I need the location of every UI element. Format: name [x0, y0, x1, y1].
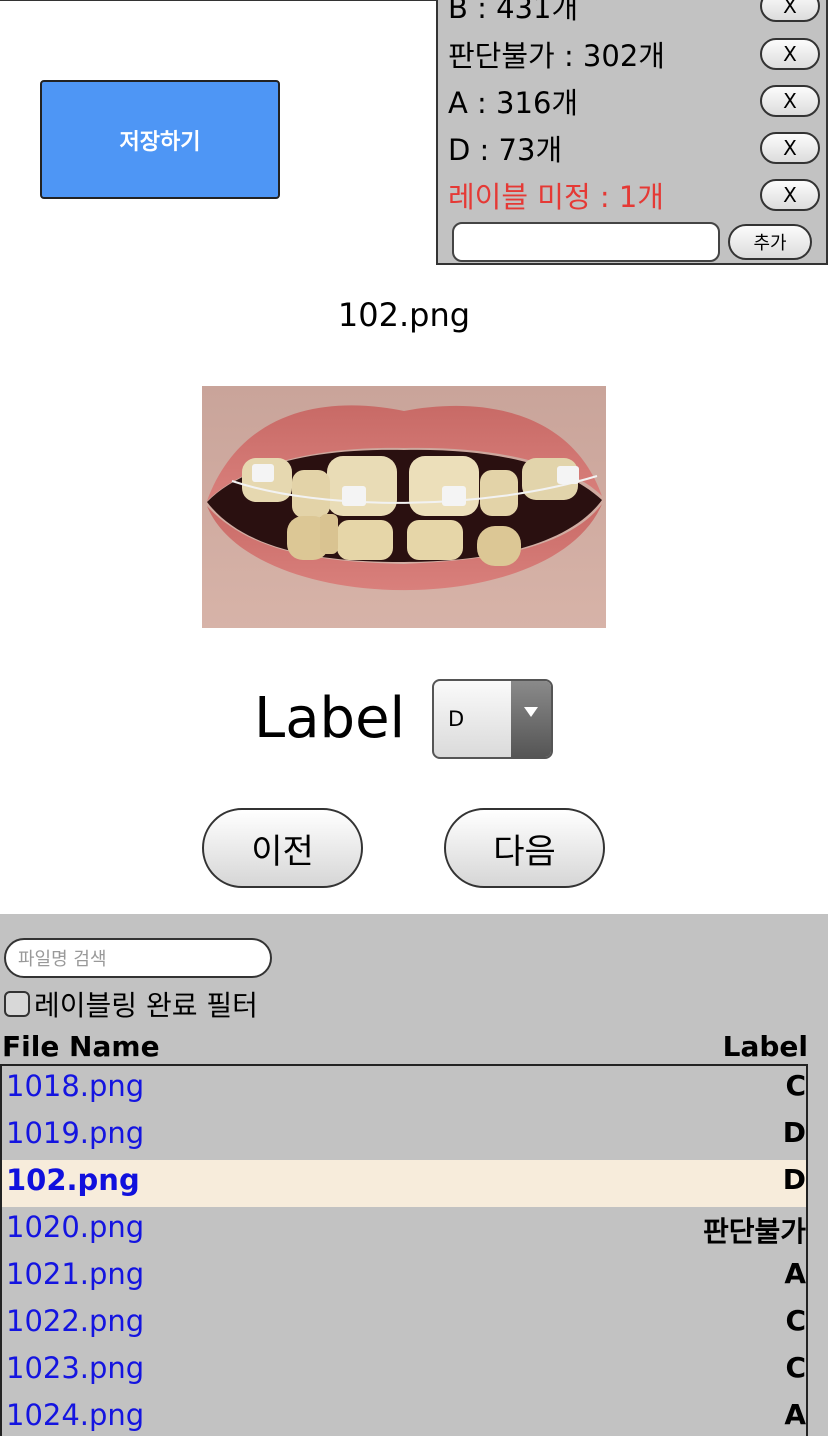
label-category-text: D : 73개: [448, 133, 563, 167]
file-name-link[interactable]: 1023.png: [6, 1351, 144, 1385]
label-select[interactable]: D: [432, 679, 553, 759]
label-category-text: 판단불가 : 302개: [448, 39, 665, 73]
add-label-button[interactable]: 추가: [728, 224, 812, 260]
file-table: 1018.png C 1019.png D 102.png D 1020.png…: [0, 1064, 808, 1436]
label-category-text: A : 316개: [448, 86, 579, 120]
label-category-panel: B : 431개 X 판단불가 : 302개 X A : 316개 X D : …: [436, 0, 828, 265]
previous-button[interactable]: 이전: [202, 808, 363, 888]
unlabeled-count-text: 레이블 미정 : 1개: [448, 180, 664, 214]
dropdown-toggle[interactable]: [511, 681, 551, 757]
label-category-row: 레이블 미정 : 1개 X: [448, 177, 820, 217]
remove-label-button[interactable]: X: [760, 0, 820, 22]
file-name-link[interactable]: 1020.png: [6, 1210, 144, 1244]
file-label-value: D: [782, 1116, 806, 1149]
file-label-value: D: [782, 1163, 806, 1196]
file-name-link[interactable]: 1021.png: [6, 1257, 144, 1291]
label-category-row: A : 316개 X: [448, 83, 820, 123]
table-row-selected[interactable]: 102.png D: [2, 1160, 806, 1207]
remove-label-button[interactable]: X: [760, 179, 820, 211]
remove-label-button[interactable]: X: [760, 85, 820, 117]
table-row[interactable]: 1021.png A: [2, 1254, 806, 1301]
file-label-value: A: [784, 1257, 806, 1290]
label-select-value: D: [448, 707, 465, 731]
remove-label-button[interactable]: X: [760, 132, 820, 164]
remove-label-button[interactable]: X: [760, 38, 820, 70]
file-name-link[interactable]: 1024.png: [6, 1398, 144, 1432]
table-row[interactable]: 1023.png C: [2, 1348, 806, 1395]
triangle-down-icon: [524, 707, 538, 717]
column-header-label: Label: [722, 1030, 808, 1063]
file-name-link[interactable]: 1019.png: [6, 1116, 144, 1150]
file-name-link[interactable]: 102.png: [6, 1163, 140, 1197]
label-caption: Label: [254, 686, 406, 751]
label-category-row: B : 431개 X: [448, 0, 820, 28]
completed-filter-label: 레이블링 완료 필터: [34, 989, 258, 1022]
filename-search-input[interactable]: 파일명 검색: [4, 938, 272, 978]
file-label-value: C: [785, 1304, 806, 1337]
file-label-value: C: [785, 1351, 806, 1384]
completed-filter-checkbox[interactable]: [4, 991, 30, 1017]
file-label-value: 판단불가: [702, 1215, 806, 1248]
table-row[interactable]: 1024.png A: [2, 1395, 806, 1436]
table-row[interactable]: 1022.png C: [2, 1301, 806, 1348]
label-category-text: B : 431개: [448, 0, 579, 25]
column-header-file-name: File Name: [2, 1030, 160, 1063]
file-name-link[interactable]: 1018.png: [6, 1069, 144, 1103]
file-label-value: C: [785, 1069, 806, 1102]
top-divider: [0, 0, 436, 1]
label-category-row: D : 73개 X: [448, 130, 820, 170]
file-name-link[interactable]: 1022.png: [6, 1304, 144, 1338]
dental-photo: [202, 386, 606, 628]
file-label-value: A: [784, 1398, 806, 1431]
completed-filter[interactable]: 레이블링 완료 필터: [4, 986, 258, 1022]
new-label-input[interactable]: [452, 222, 720, 262]
table-row[interactable]: 1020.png 판단불가: [2, 1207, 806, 1254]
teeth-image-icon: [202, 386, 606, 628]
current-filename: 102.png: [337, 296, 471, 334]
file-list-panel: 파일명 검색 레이블링 완료 필터 File Name Label 1018.p…: [0, 914, 828, 1436]
save-button[interactable]: 저장하기: [40, 80, 280, 199]
label-category-row: 판단불가 : 302개 X: [448, 36, 820, 76]
table-row[interactable]: 1018.png C: [2, 1066, 806, 1113]
table-row[interactable]: 1019.png D: [2, 1113, 806, 1160]
next-button[interactable]: 다음: [444, 808, 605, 888]
